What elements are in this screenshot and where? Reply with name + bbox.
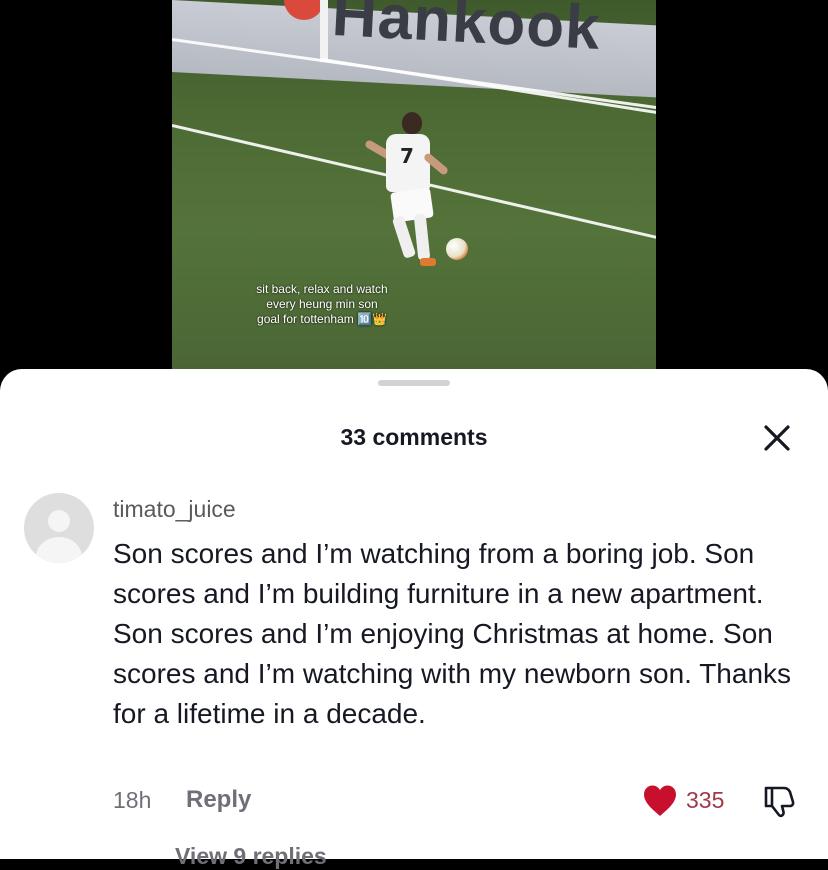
view-replies-link[interactable]: View 9 replies [175, 843, 327, 870]
comment-text: Son scores and I’m watching from a borin… [113, 538, 792, 729]
avatar-placeholder-head [48, 510, 70, 532]
like-count: 335 [686, 787, 725, 813]
heart-icon[interactable] [642, 784, 678, 818]
comment-username[interactable]: timato_juice [113, 496, 236, 523]
player-leg [391, 215, 417, 259]
jersey-number: 7 [400, 144, 414, 168]
comment-timestamp: 18h [113, 787, 152, 813]
caption-line: sit back, relax and watch [256, 282, 388, 296]
avatar[interactable] [24, 493, 94, 563]
thumbs-down-icon[interactable] [760, 782, 798, 820]
video-player[interactable]: Hankook 7 sit back, relax and watch ever… [172, 0, 656, 380]
video-caption: sit back, relax and watch every heung mi… [172, 282, 472, 327]
caption-line: every heung min son [266, 297, 378, 311]
player-head [402, 112, 422, 134]
player-boot [420, 258, 436, 266]
football-player: 7 [358, 112, 450, 272]
comments-sheet: 33 comments timato_juice Son scores and … [0, 369, 828, 869]
comments-count-title: 33 comments [340, 424, 488, 450]
caption-line: goal for tottenham 🔟👑 [257, 312, 387, 326]
avatar-placeholder-body [36, 537, 82, 563]
player-leg [413, 213, 431, 261]
reply-button[interactable]: Reply [186, 786, 251, 814]
close-icon[interactable] [760, 421, 794, 455]
goal-post [320, 0, 328, 62]
drag-handle[interactable] [378, 380, 450, 386]
football-ball [446, 238, 468, 260]
